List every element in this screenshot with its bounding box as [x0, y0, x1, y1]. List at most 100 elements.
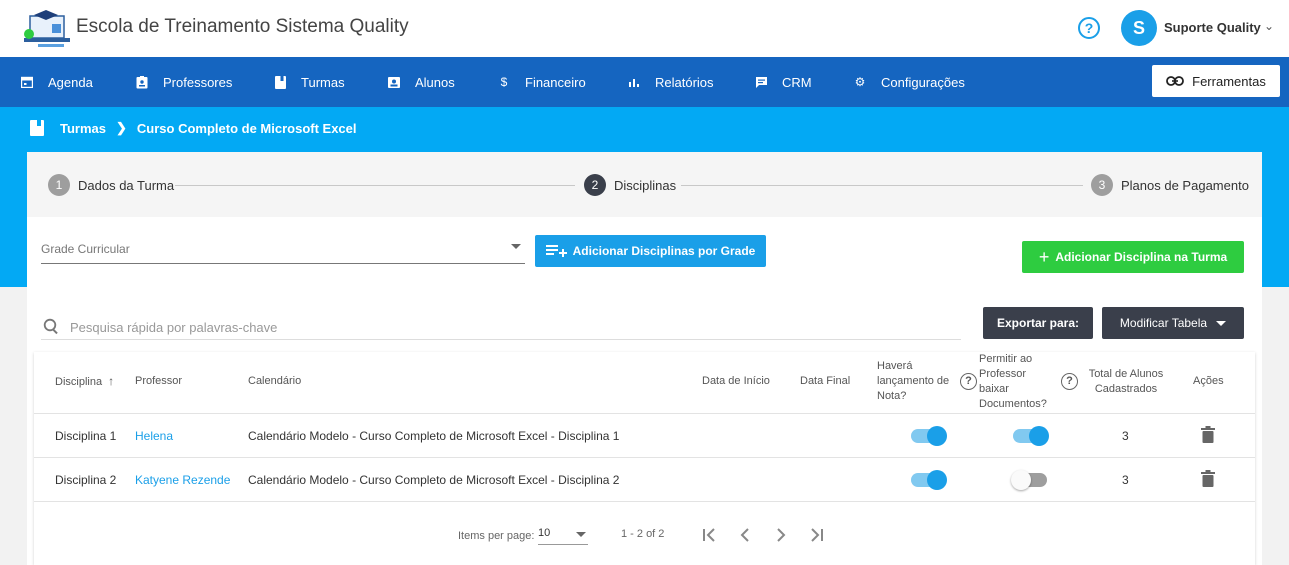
- header-disciplina[interactable]: Disciplina ↑: [55, 374, 114, 390]
- header-documentos-line: Permitir ao: [979, 353, 1033, 365]
- documentos-toggle[interactable]: [1013, 426, 1049, 446]
- nav-item-crm[interactable]: CRM: [754, 57, 812, 107]
- app-title: Escola de Treinamento Sistema Quality: [76, 16, 409, 37]
- row-divider: [34, 501, 1255, 502]
- step-planos-de-pagamento[interactable]: 3 Planos de Pagamento: [1091, 174, 1249, 196]
- cell-disciplina: Disciplina 2: [55, 473, 117, 487]
- grade-curricular-select[interactable]: Grade Curricular: [41, 240, 525, 264]
- header-total-line: Total de Alunos: [1088, 368, 1164, 380]
- trash-icon[interactable]: [1201, 426, 1215, 443]
- export-button[interactable]: Exportar para:: [983, 307, 1093, 339]
- modify-table-button[interactable]: Modificar Tabela: [1102, 307, 1244, 339]
- main-navigation: Agenda Professores Turmas Alunos $ Financ…: [0, 57, 1289, 107]
- breadcrumb-root[interactable]: Turmas: [60, 121, 106, 136]
- chevron-down-icon[interactable]: ⌄: [1264, 19, 1274, 33]
- cell-calendario: Calendário Modelo - Curso Completo de Mi…: [248, 429, 620, 443]
- nav-label: Agenda: [48, 74, 93, 90]
- last-page-icon[interactable]: [808, 526, 826, 544]
- link-icon: [1166, 76, 1185, 86]
- header-documentos-line: Professor: [979, 368, 1027, 380]
- search-icon: [43, 318, 58, 335]
- help-circle-icon[interactable]: ?: [1078, 17, 1100, 39]
- contacts-icon: [387, 75, 401, 89]
- cell-total: 3: [1122, 429, 1129, 443]
- cell-calendario: Calendário Modelo - Curso Completo de Mi…: [248, 473, 620, 487]
- nav-item-configuracoes[interactable]: ⚙ Configurações: [853, 57, 965, 107]
- book-icon: [30, 120, 44, 136]
- trash-icon[interactable]: [1201, 470, 1215, 487]
- help-circle-icon[interactable]: ?: [960, 373, 977, 390]
- nav-item-turmas[interactable]: Turmas: [273, 57, 345, 107]
- items-per-page-label: Items per page:: [458, 530, 535, 542]
- chevron-right-icon: ❯: [116, 120, 127, 135]
- step-dados-da-turma[interactable]: 1 Dados da Turma: [48, 174, 174, 196]
- header-professor[interactable]: Professor: [135, 374, 182, 389]
- badge-icon: [135, 75, 149, 89]
- caret-down-icon: [1216, 320, 1227, 326]
- step-number: 1: [48, 174, 70, 196]
- nota-toggle[interactable]: [911, 426, 947, 446]
- nav-label: Professores: [163, 74, 233, 90]
- dropdown-arrow-icon: [576, 532, 586, 537]
- toggle-knob: [927, 426, 947, 446]
- header-data-inicio[interactable]: Data de Início: [702, 374, 770, 389]
- nota-toggle[interactable]: [911, 470, 947, 490]
- cell-disciplina: Disciplina 1: [55, 429, 117, 443]
- header-documentos-line: Documentos?: [979, 398, 1047, 410]
- header-acoes: Ações: [1193, 375, 1224, 387]
- nav-item-financeiro[interactable]: $ Financeiro: [497, 57, 586, 107]
- row-divider: [34, 413, 1255, 414]
- next-page-icon[interactable]: [772, 526, 790, 544]
- add-by-grade-button[interactable]: Adicionar Disciplinas por Grade: [535, 235, 766, 267]
- items-per-page-select[interactable]: 10: [538, 527, 588, 545]
- step-label: Dados da Turma: [78, 177, 175, 193]
- step-disciplinas[interactable]: 2 Disciplinas: [584, 174, 676, 196]
- search-field[interactable]: Pesquisa rápida por palavras-chave: [41, 314, 961, 340]
- breadcrumb: Turmas ❯ Curso Completo de Microsoft Exc…: [30, 120, 357, 136]
- cell-professor-link[interactable]: Katyene Rezende: [135, 473, 230, 487]
- tools-label: Ferramentas: [1192, 73, 1266, 89]
- documentos-toggle[interactable]: [1011, 470, 1047, 490]
- header-data-final[interactable]: Data Final: [800, 374, 850, 389]
- turma-card: 1 Dados da Turma 2 Disciplinas 3 Planos …: [27, 152, 1262, 565]
- header-nota-line: Haverá: [877, 360, 913, 372]
- nav-label: Relatórios: [655, 74, 714, 90]
- school-logo: [24, 10, 70, 47]
- grade-placeholder: Grade Curricular: [41, 242, 130, 256]
- step-label: Planos de Pagamento: [1121, 177, 1249, 193]
- nav-item-relatorios[interactable]: Relatórios: [627, 57, 714, 107]
- first-page-icon[interactable]: [700, 526, 718, 544]
- header-calendario[interactable]: Calendário: [248, 374, 301, 389]
- header-nota: Haverá lançamento de Nota?: [877, 359, 949, 404]
- plus-icon: +: [1038, 246, 1050, 267]
- previous-page-icon[interactable]: [736, 526, 754, 544]
- nav-item-alunos[interactable]: Alunos: [387, 57, 455, 107]
- user-name[interactable]: Suporte Quality: [1164, 20, 1261, 35]
- tools-button[interactable]: Ferramentas: [1152, 65, 1280, 97]
- add-discipline-button[interactable]: + Adicionar Disciplina na Turma: [1022, 241, 1244, 273]
- nav-item-agenda[interactable]: Agenda: [20, 57, 93, 107]
- nav-label: Turmas: [301, 74, 345, 90]
- stepper: 1 Dados da Turma 2 Disciplinas 3 Planos …: [27, 152, 1262, 217]
- user-avatar[interactable]: S: [1121, 10, 1157, 46]
- step-label: Disciplinas: [614, 177, 677, 193]
- step-connector: [681, 185, 1083, 186]
- gear-icon: ⚙: [854, 75, 866, 89]
- disciplines-table: Disciplina ↑ Professor Calendário Data d…: [34, 352, 1255, 565]
- step-connector: [175, 185, 575, 186]
- sort-arrow-icon: ↑: [108, 374, 115, 388]
- modify-table-label: Modificar Tabela: [1119, 316, 1208, 330]
- header-total-line: Cadastrados: [1094, 383, 1158, 395]
- calendar-icon: [20, 75, 34, 89]
- toggle-knob: [927, 470, 947, 490]
- search-input[interactable]: Pesquisa rápida por palavras-chave: [70, 320, 277, 335]
- add-by-grade-label: Adicionar Disciplinas por Grade: [572, 244, 756, 258]
- nav-item-professores[interactable]: Professores: [135, 57, 232, 107]
- help-circle-icon[interactable]: ?: [1061, 373, 1078, 390]
- chat-icon: [754, 75, 768, 89]
- nav-label: CRM: [782, 74, 812, 90]
- cell-professor-link[interactable]: Helena: [135, 429, 173, 443]
- toggle-knob: [1011, 470, 1031, 490]
- dollar-icon: $: [500, 75, 508, 89]
- step-number: 3: [1091, 174, 1113, 196]
